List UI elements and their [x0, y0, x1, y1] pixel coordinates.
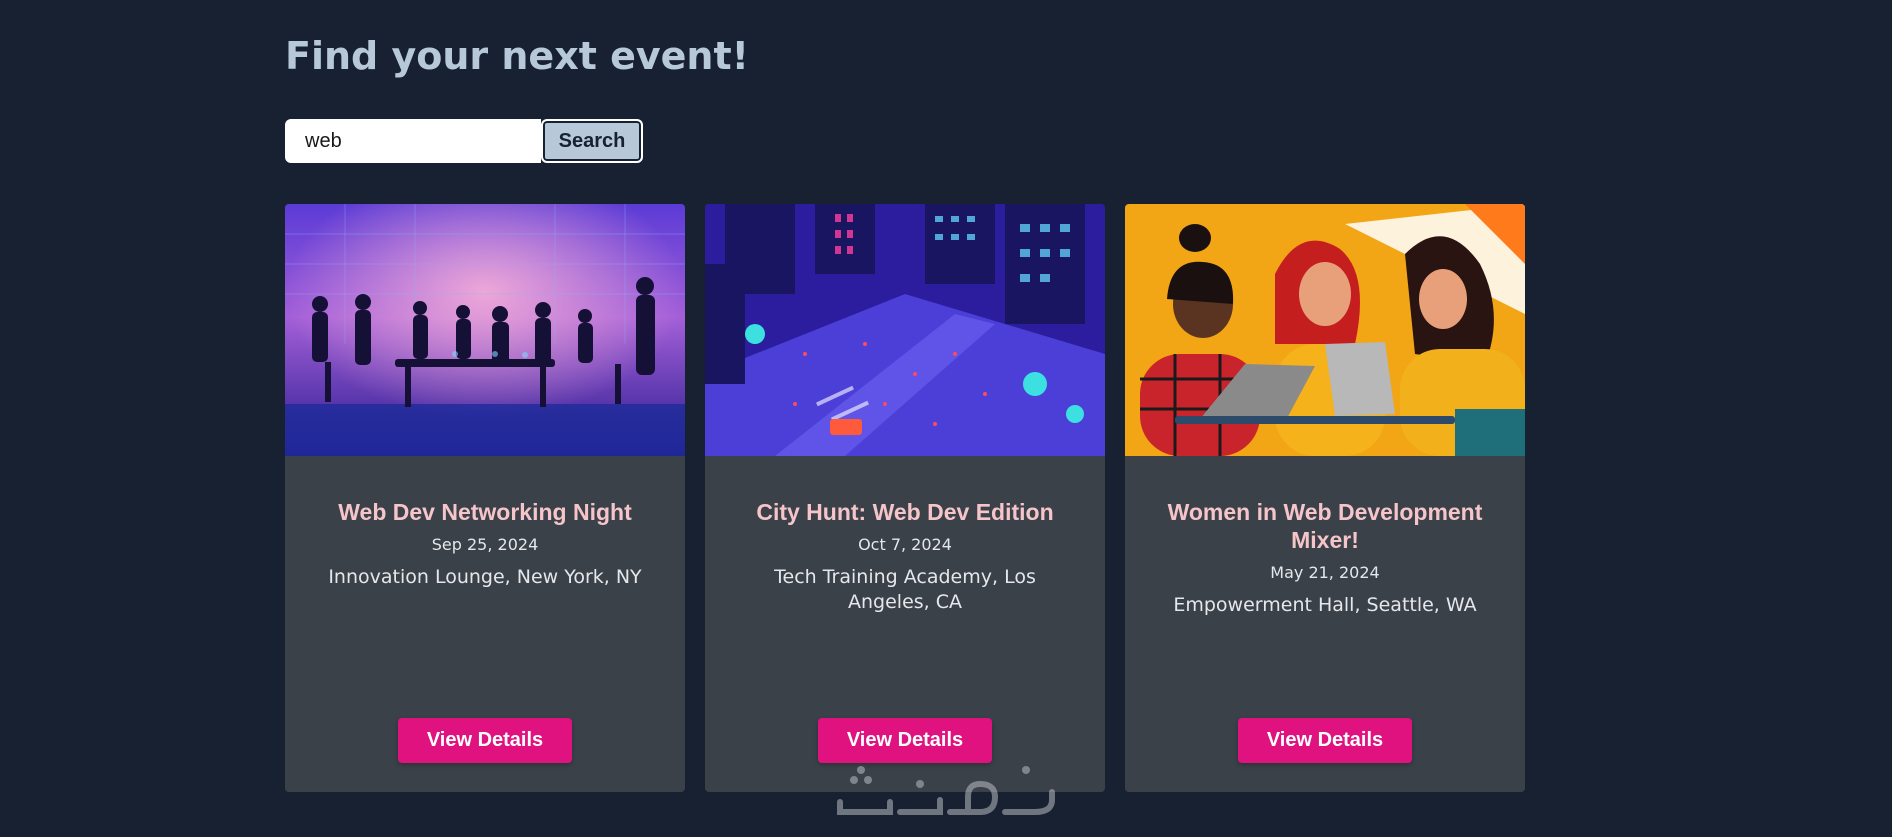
event-date: May 21, 2024 [1270, 563, 1380, 582]
page-title: Find your next event! [285, 34, 749, 78]
event-card: Women in Web Development Mixer! May 21, … [1125, 204, 1525, 792]
event-location: Innovation Lounge, New York, NY [328, 566, 642, 588]
event-card: Web Dev Networking Night Sep 25, 2024 In… [285, 204, 685, 792]
search-button[interactable]: Search [541, 119, 643, 163]
event-image-city-hunt[interactable] [705, 204, 1105, 456]
search-form: Search [285, 119, 643, 163]
event-title: Web Dev Networking Night [338, 499, 632, 525]
view-details-button[interactable]: View Details [398, 718, 572, 763]
event-title: City Hunt: Web Dev Edition [756, 499, 1054, 525]
watermark-logo [837, 766, 1055, 815]
view-details-button[interactable]: View Details [1238, 718, 1412, 763]
event-image-networking-night[interactable] [285, 204, 685, 456]
event-card: City Hunt: Web Dev Edition Oct 7, 2024 T… [705, 204, 1105, 792]
event-date: Sep 25, 2024 [431, 535, 539, 554]
event-location: Empowerment Hall, Seattle, WA [1173, 594, 1477, 616]
search-input[interactable] [285, 119, 541, 163]
event-title: Women in Web Development Mixer! [1167, 499, 1483, 553]
event-date: Oct 7, 2024 [858, 535, 952, 554]
view-details-button[interactable]: View Details [818, 718, 992, 763]
event-card-list: Web Dev Networking Night Sep 25, 2024 In… [285, 204, 1525, 792]
event-location: Tech Training Academy, Los Angeles, CA [774, 566, 1036, 613]
event-image-women-in-web-dev[interactable] [1125, 204, 1525, 456]
